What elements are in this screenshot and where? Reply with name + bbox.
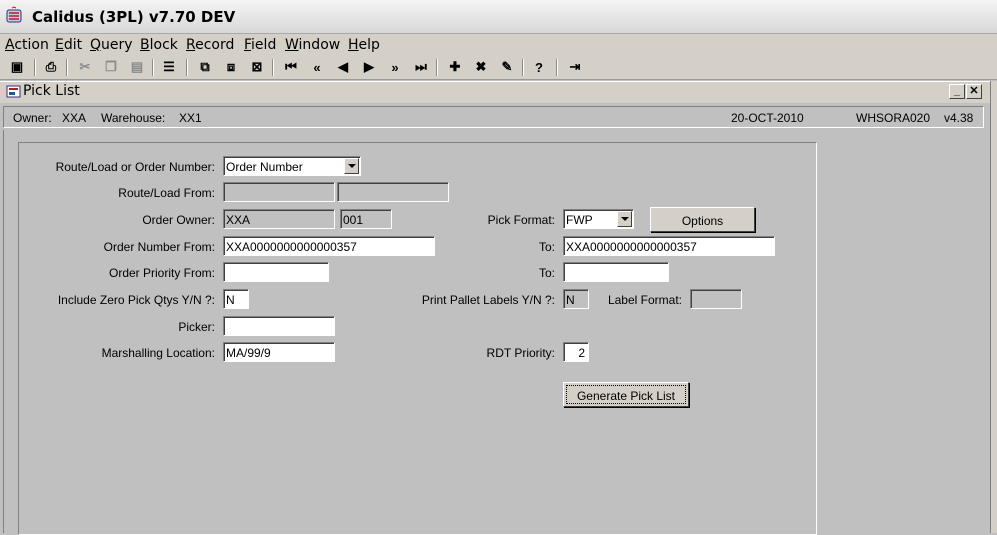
window-title: Calidus (3PL) v7.70 DEV (32, 8, 236, 26)
menu-edit[interactable]: Edit (55, 37, 82, 53)
order-priority-from-label: Order Priority From: (108, 266, 215, 280)
label-format-field[interactable] (690, 289, 742, 309)
menu-help[interactable]: Help (348, 37, 380, 53)
cancel-query-icon[interactable]: ⊠ (248, 58, 266, 76)
first-record-icon[interactable]: ⏮ (282, 58, 300, 76)
pick-format-select[interactable]: FWP (563, 209, 634, 229)
picker-field[interactable] (223, 316, 335, 336)
menu-action[interactable]: Action (5, 37, 49, 53)
print-pallet-label: Print Pallet Labels Y/N ?: (421, 293, 555, 307)
form-title-bar (0, 81, 990, 103)
order-owner-label: Order Owner: (142, 213, 215, 227)
order-number-from-field[interactable]: XXA0000000000000357 (223, 236, 435, 256)
menu-bar: Action Edit Query Block Record Field Win… (0, 34, 997, 56)
insert-record-icon[interactable]: ✚ (446, 58, 464, 76)
exit-icon[interactable]: ⇥ (566, 58, 584, 76)
warehouse-label: Warehouse: (101, 111, 166, 125)
menu-window[interactable]: Window (285, 37, 340, 53)
form-id: WHSORA020 (856, 111, 931, 125)
order-priority-from-field[interactable] (223, 262, 329, 282)
generate-pick-list-button[interactable]: Generate Pick List (563, 382, 689, 407)
query-icon[interactable]: ⧉ (196, 58, 214, 76)
include-zero-label: Include Zero Pick Qtys Y/N ?: (57, 293, 215, 307)
picker-label: Picker: (178, 320, 215, 334)
print-icon[interactable]: ⎙ (42, 58, 60, 76)
route-or-order-select[interactable]: Order Number (223, 156, 361, 176)
order-owner-field[interactable]: XXA (223, 209, 335, 229)
menu-block[interactable]: Block (140, 37, 178, 53)
rdt-priority-label: RDT Priority: (486, 346, 555, 360)
menu-record[interactable]: Record (186, 37, 234, 53)
route-load-from-field[interactable] (223, 182, 335, 202)
route-load-from-field-2[interactable] (337, 182, 449, 202)
help-icon[interactable]: ? (530, 58, 548, 76)
form-version: v4.38 (944, 111, 974, 125)
print-pallet-field[interactable]: N (563, 289, 589, 309)
label-format-label: Label Format: (607, 293, 682, 307)
previous-block-icon[interactable]: « (308, 58, 326, 76)
order-priority-to-field[interactable] (563, 262, 669, 282)
order-priority-to-label: To: (538, 266, 555, 280)
next-block-icon[interactable]: » (386, 58, 404, 76)
order-owner-code-field[interactable]: 001 (340, 209, 392, 229)
delete-record-icon[interactable]: ✖ (472, 58, 490, 76)
form-icon (6, 85, 21, 98)
minimize-button[interactable]: _ (949, 84, 965, 99)
copy-icon[interactable]: ❐ (102, 58, 120, 76)
order-number-to-field[interactable]: XXA0000000000000357 (563, 236, 775, 256)
pick-format-label: Pick Format: (487, 213, 555, 227)
options-button[interactable]: Options (650, 207, 755, 232)
clear-record-icon[interactable]: ✎ (498, 58, 516, 76)
last-record-icon[interactable]: ⏭ (412, 58, 430, 76)
chevron-down-icon[interactable] (617, 211, 632, 227)
menu-query[interactable]: Query (90, 37, 133, 53)
form-title: Pick List (23, 83, 80, 99)
order-number-to-label: To: (538, 240, 555, 254)
order-number-from-label: Order Number From: (103, 240, 215, 254)
marshalling-field[interactable]: MA/99/9 (223, 342, 335, 362)
paste-icon[interactable]: ▤ (128, 58, 146, 76)
owner-value: XXA (62, 111, 87, 125)
route-load-from-label: Route/Load From: (118, 186, 215, 200)
next-record-icon[interactable]: ▶ (360, 58, 378, 76)
route-or-order-label: Route/Load or Order Number: (55, 160, 215, 174)
warehouse-value: XX1 (179, 111, 202, 125)
previous-record-icon[interactable]: ◀ (334, 58, 352, 76)
close-button[interactable]: ✕ (966, 84, 982, 99)
app-icon (6, 6, 22, 23)
execute-icon[interactable]: ⧈ (222, 58, 240, 76)
date-display: 20-OCT-2010 (731, 111, 804, 125)
owner-label: Owner: (13, 111, 52, 125)
window-edge (990, 81, 997, 533)
chevron-down-icon[interactable] (344, 158, 359, 174)
save-icon[interactable]: ▣ (8, 58, 26, 76)
toolbar: ▣ ⎙ ✂ ❐ ▤ ☰ ⧉ ⧈ ⊠ ⏮ « ◀ ▶ » ⏭ ✚ ✖ ✎ ? ⇥ (0, 56, 997, 80)
marshalling-label: Marshalling Location: (101, 346, 215, 360)
rdt-priority-field[interactable]: 2 (563, 342, 589, 362)
list-icon[interactable]: ☰ (160, 58, 178, 76)
menu-field[interactable]: Field (244, 37, 276, 53)
cut-icon[interactable]: ✂ (76, 58, 94, 76)
include-zero-field[interactable]: N (223, 289, 249, 309)
